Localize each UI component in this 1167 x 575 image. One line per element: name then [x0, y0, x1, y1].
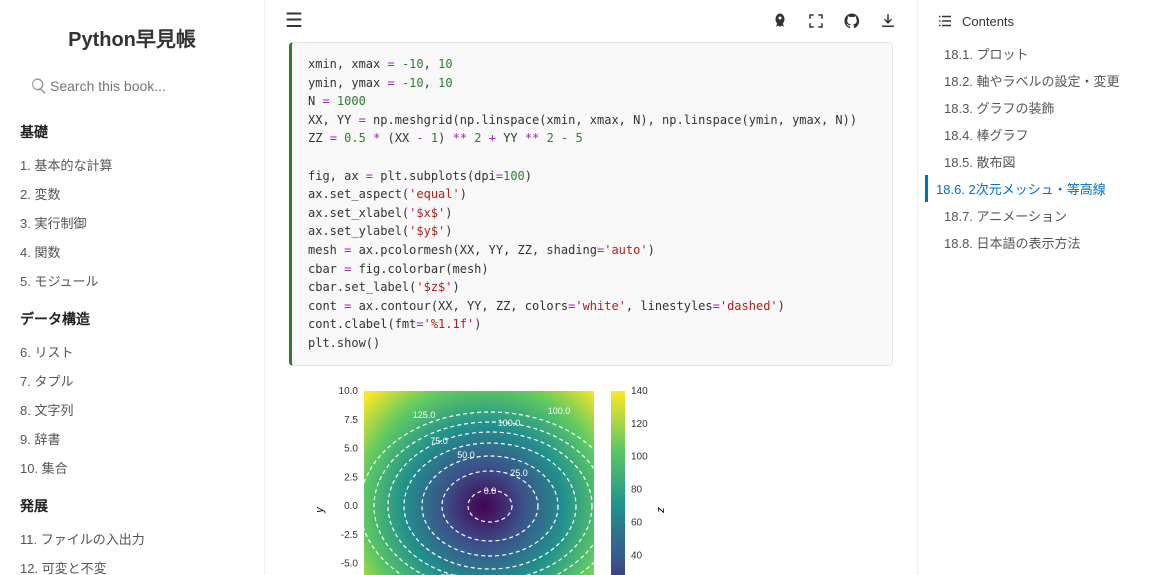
nav-item[interactable]: 12. 可変と不変 [20, 553, 244, 575]
toc-item[interactable]: 18.3. グラフの装飾 [936, 94, 1149, 121]
rocket-icon[interactable] [771, 10, 789, 31]
svg-text:50.0: 50.0 [457, 450, 475, 460]
svg-text:100.0: 100.0 [498, 418, 521, 428]
svg-text:-2.5: -2.5 [341, 529, 359, 540]
svg-text:100.0: 100.0 [548, 406, 571, 416]
nav-heading: 発展 [20, 496, 244, 516]
zlabel: z [655, 506, 667, 513]
svg-text:125.0: 125.0 [413, 410, 436, 420]
svg-text:60: 60 [631, 517, 643, 528]
nav-item[interactable]: 5. モジュール [20, 266, 244, 295]
content: xmin, xmax = -10, 10 ymin, ymax = -10, 1… [265, 42, 917, 575]
svg-text:5.0: 5.0 [344, 443, 358, 454]
svg-text:0.0: 0.0 [484, 486, 497, 496]
search-icon [30, 77, 48, 95]
toc: 18.1. プロット18.2. 軸やラベルの設定・変更18.3. グラフの装飾1… [936, 40, 1149, 256]
main: ☰ xmin, xmax = -10, 10 ymin, ymax = -10,… [265, 0, 917, 575]
nav-item[interactable]: 1. 基本的な計算 [20, 150, 244, 179]
code-block: xmin, xmax = -10, 10 ymin, ymax = -10, 1… [289, 42, 893, 366]
svg-text:100: 100 [631, 451, 648, 462]
nav-item[interactable]: 3. 実行制御 [20, 208, 244, 237]
contents-header: Contents [936, 12, 1149, 30]
svg-text:-5.0: -5.0 [341, 558, 359, 569]
svg-text:2.5: 2.5 [344, 472, 358, 483]
toc-item[interactable]: 18.2. 軸やラベルの設定・変更 [936, 67, 1149, 94]
toc-item[interactable]: 18.1. プロット [936, 40, 1149, 67]
nav-item[interactable]: 6. リスト [20, 337, 244, 366]
contour-plot: -10.0-7.5-5.0-2.50.02.55.07.510.0 -10-50… [309, 386, 689, 575]
toc-item[interactable]: 18.5. 散布図 [936, 148, 1149, 175]
svg-text:10.0: 10.0 [339, 386, 359, 397]
list-icon [936, 12, 954, 30]
svg-text:0.0: 0.0 [344, 501, 358, 512]
toc-item[interactable]: 18.8. 日本語の表示方法 [936, 229, 1149, 256]
nav-item[interactable]: 8. 文字列 [20, 395, 244, 424]
svg-text:75.0: 75.0 [430, 436, 448, 446]
topbar: ☰ [265, 0, 917, 42]
search-input[interactable] [20, 70, 244, 102]
hamburger-icon[interactable]: ☰ [285, 8, 303, 33]
svg-text:80: 80 [631, 484, 643, 495]
nav-heading: データ構造 [20, 309, 244, 329]
fullscreen-icon[interactable] [807, 10, 825, 31]
svg-text:25.0: 25.0 [510, 468, 528, 478]
toc-item[interactable]: 18.7. アニメーション [936, 202, 1149, 229]
svg-text:40: 40 [631, 550, 643, 561]
nav-item[interactable]: 2. 変数 [20, 179, 244, 208]
nav-heading: 基礎 [20, 122, 244, 142]
toc-item[interactable]: 18.4. 棒グラフ [936, 121, 1149, 148]
nav-item[interactable]: 9. 辞書 [20, 424, 244, 453]
github-icon[interactable] [843, 10, 861, 31]
nav-item[interactable]: 7. タプル [20, 366, 244, 395]
search-box[interactable] [20, 70, 244, 102]
toc-item[interactable]: 18.6. 2次元メッシュ・等高線 [925, 175, 1149, 202]
nav-item[interactable]: 10. 集合 [20, 453, 244, 482]
nav: 基礎 1. 基本的な計算2. 変数3. 実行制御4. 関数5. モジュールデータ構… [20, 122, 244, 575]
nav-item[interactable]: 4. 関数 [20, 237, 244, 266]
svg-text:7.5: 7.5 [344, 414, 358, 425]
svg-text:140: 140 [631, 386, 648, 397]
right-sidebar: Contents 18.1. プロット18.2. 軸やラベルの設定・変更18.3… [917, 0, 1167, 575]
download-icon[interactable] [879, 10, 897, 31]
ylabel: y [314, 505, 326, 513]
site-title: Python早見帳 [20, 23, 244, 52]
svg-text:120: 120 [631, 418, 648, 429]
left-sidebar: Python早見帳 基礎 1. 基本的な計算2. 変数3. 実行制御4. 関数5.… [0, 0, 265, 575]
nav-item[interactable]: 11. ファイルの入出力 [20, 524, 244, 553]
